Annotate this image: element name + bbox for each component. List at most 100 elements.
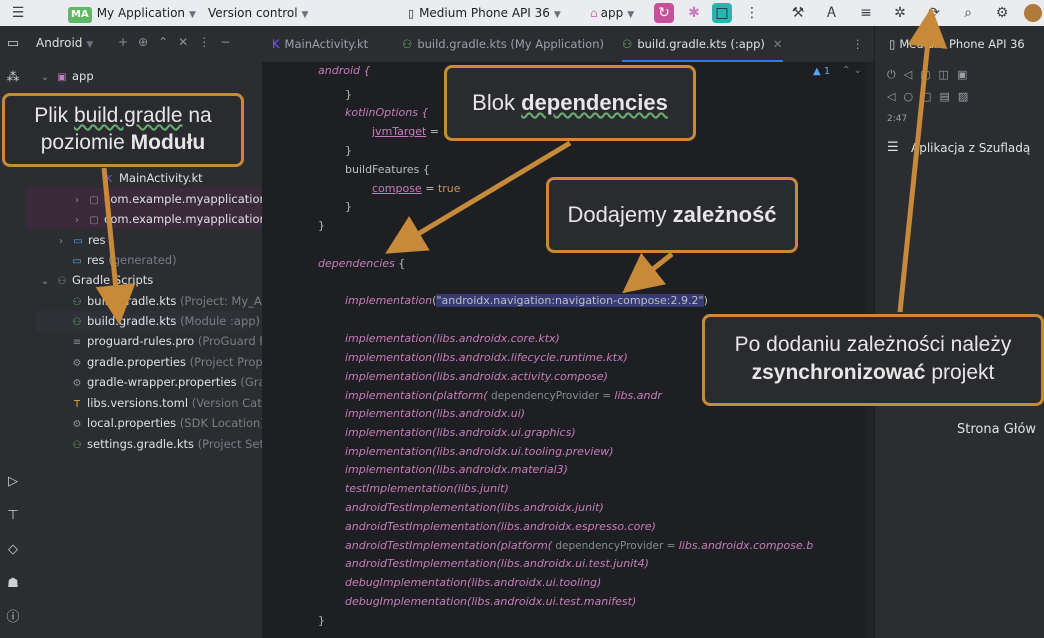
code-line: implementation(libs.androidx.ui.graphics… [345, 426, 576, 439]
stop-icon[interactable]: □ [712, 3, 732, 23]
close-icon[interactable]: ✕ [773, 37, 783, 51]
title-bar: ☰ MA My Application ▼ Version control ▼ ▯ Me… [0, 0, 1044, 26]
avatar[interactable] [1024, 4, 1042, 22]
rerun-icon[interactable]: ↻ [654, 3, 674, 23]
translate-icon[interactable]: Ꭺ [822, 3, 842, 23]
code-line: } [318, 219, 325, 232]
logcat-icon[interactable]: ≡ [856, 3, 876, 23]
chevron-down-icon: ▼ [627, 10, 635, 20]
device-controls-icon[interactable]: ⏻◁▢◫▣ [887, 68, 975, 82]
code-line: jvmTarget = [372, 125, 443, 138]
project-badge: MA [68, 7, 92, 23]
bug-icon[interactable]: ✲ [890, 3, 910, 23]
tree-item-package-1[interactable]: ›▢com.example.myapplication (a [70, 189, 282, 209]
tree-item-build-project[interactable]: ⚇ build.gradle.kts (Project: My_App [70, 291, 277, 311]
tree-item-main-activity[interactable]: K MainActivity.kt [102, 168, 203, 188]
device-controls-icon-2[interactable]: ◁○□▤▨ [887, 90, 976, 103]
nav-arrows-icon[interactable]: ⌃ ⌄ [842, 65, 862, 76]
folder-icon: ▭ [73, 236, 83, 247]
chevron-down-icon: ⌄ [40, 72, 50, 83]
vcs-label: Version control [208, 6, 298, 20]
android-tool-icon[interactable]: ☗ [3, 574, 23, 594]
problems-tool-icon[interactable]: ⓘ [3, 608, 23, 628]
search-icon[interactable]: ⌕ [958, 3, 978, 23]
gradle-file-icon: ⚇ [72, 440, 82, 451]
code-line: debugImplementation(libs.androidx.ui.too… [345, 576, 602, 589]
callout-add-dependency: Dodajemy zależność [546, 177, 798, 253]
code-line: androidTestImplementation(libs.androidx.… [345, 501, 604, 514]
kotlin-file-icon: K [272, 37, 280, 51]
code-line: kotlinOptions { [345, 106, 429, 119]
main-menu-icon[interactable]: ☰ [8, 3, 28, 23]
debug-icon[interactable]: ✱ [684, 3, 704, 23]
phone-icon: ▯ [889, 37, 896, 51]
warning-indicator[interactable]: ▲ 1 [813, 66, 830, 77]
code-line: buildFeatures { [345, 163, 430, 176]
tree-item-local-properties[interactable]: ⚙ local.properties (SDK Location) [70, 413, 265, 433]
code-line: dependencies { [318, 257, 406, 270]
chevron-right-icon: › [59, 236, 63, 247]
tree-item-res[interactable]: › ▭ res [54, 230, 106, 250]
sync-gradle-icon[interactable]: ⟳ [924, 3, 944, 23]
tab-build-app[interactable]: ⚇ build.gradle.kts (:app) ✕ [622, 26, 783, 62]
app-drawer-menu-icon[interactable]: ☰ [887, 140, 899, 155]
tree-item-build-module[interactable]: ⚇ build.gradle.kts (Module :app) [70, 311, 261, 331]
tree-item-gradle-properties[interactable]: ⚙ gradle.properties (Project Proper [70, 352, 275, 372]
settings-gear-icon[interactable]: ⚙ [992, 3, 1012, 23]
code-line: compose = true [372, 182, 461, 195]
gradle-file-icon: ⚇ [72, 317, 82, 328]
tree-item-settings-gradle[interactable]: ⚇ settings.gradle.kts (Project Settin [70, 434, 280, 454]
tree-item-gradle-scripts[interactable]: ⌄ ⚇ Gradle Scripts [38, 270, 153, 290]
code-line: } [345, 200, 352, 213]
code-line: implementation(platform( dependencyProvi… [345, 389, 662, 402]
code-line: android { [318, 64, 371, 77]
tree-item-proguard[interactable]: ≡ proguard-rules.pro (ProGuard Ru [70, 331, 274, 351]
tree-item-package-2[interactable]: ›▢com.example.myapplication (t [70, 209, 279, 229]
code-line: } [345, 88, 352, 101]
tree-item-wrapper-properties[interactable]: ⚙ gradle-wrapper.properties (Grad [70, 372, 273, 392]
code-line: androidTestImplementation(libs.androidx.… [345, 557, 649, 570]
code-line: implementation(libs.androidx.lifecycle.r… [345, 351, 628, 364]
build-tool-icon[interactable]: ⊤ [3, 506, 23, 526]
build-icon[interactable]: ⚒ [788, 3, 808, 23]
code-line: androidTestImplementation(libs.androidx.… [345, 520, 656, 533]
settings-file-icon: ⚙ [72, 358, 82, 369]
android-icon: ⌂ [590, 6, 598, 20]
code-line: androidTestImplementation(platform( depe… [345, 539, 814, 552]
device-selector[interactable]: ▯ Medium Phone API 36 ▼ [408, 0, 561, 26]
chevron-right-icon: › [75, 195, 79, 206]
tab-build-project[interactable]: ⚇ build.gradle.kts (My Application) [402, 26, 604, 62]
tree-item-res-generated[interactable]: ▭ res (generated) [70, 250, 176, 270]
line-gutter [262, 62, 308, 638]
run-tool-icon[interactable]: ▷ [3, 472, 23, 492]
tree-item-versions-toml[interactable]: Tlibs.versions.toml (Version Catalo [70, 393, 279, 413]
settings-file-icon: ⚙ [72, 378, 82, 389]
package-icon: ▢ [89, 195, 99, 206]
more-icon[interactable]: ⋮ [742, 3, 762, 23]
toml-file-icon: T [73, 399, 81, 410]
tree-item-app[interactable]: ⌄ ▣ app [38, 66, 94, 86]
project-view-selector[interactable]: Android ▼ [36, 36, 93, 50]
package-icon: ▢ [89, 215, 99, 226]
device-label: Medium Phone API 36 [419, 6, 550, 20]
version-control-menu[interactable]: Version control ▼ [208, 0, 308, 26]
module-folder-icon: ▣ [57, 72, 67, 83]
run-config-selector[interactable]: ⌂ app ▼ [590, 0, 634, 26]
code-line: implementation(libs.androidx.core.ktx) [345, 332, 560, 345]
tabs-more-icon[interactable]: ⋮ [852, 26, 864, 62]
callout-sync-project: Po dodaniu zależności należy zsynchroniz… [702, 314, 1044, 406]
code-line: } [345, 144, 352, 157]
tab-main-activity[interactable]: K MainActivity.kt [272, 26, 368, 62]
code-line-new-dependency: implementation("androidx.navigation:navi… [345, 294, 708, 307]
project-selector[interactable]: MA My Application ▼ [68, 0, 196, 26]
gem-tool-icon[interactable]: ◇ [3, 540, 23, 560]
folder-icon: ▭ [72, 256, 82, 267]
structure-tool-icon[interactable]: ⁂ [3, 68, 23, 88]
project-tool-icon[interactable]: ▭ [3, 34, 23, 54]
chevron-down-icon: ▼ [189, 10, 196, 20]
gradle-icon: ⚇ [57, 276, 67, 287]
chevron-right-icon: › [75, 215, 79, 226]
device-tab-title[interactable]: ▯ Medium Phone API 36 [889, 37, 1025, 51]
panel-actions-icon[interactable]: +⊕⌃✕⋮− [118, 35, 240, 49]
code-line: implementation(libs.androidx.material3) [345, 463, 568, 476]
